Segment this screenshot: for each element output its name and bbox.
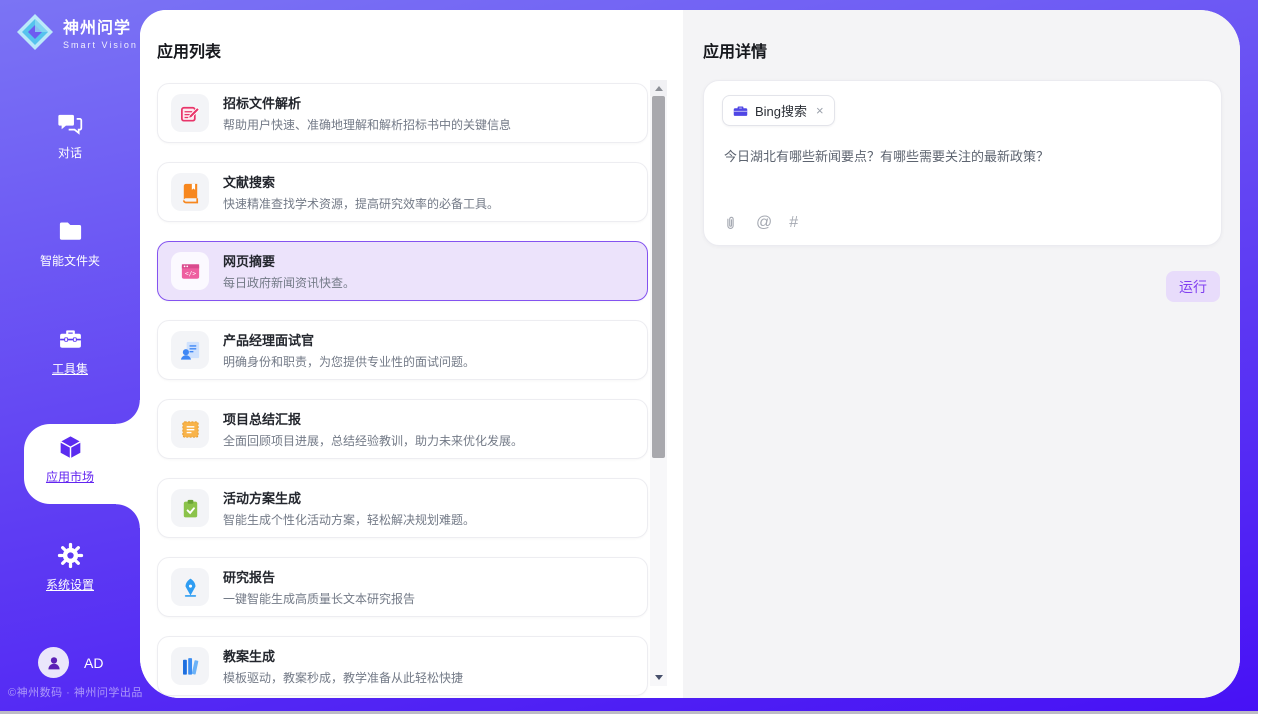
folder-icon <box>57 218 84 245</box>
remove-tool-icon[interactable]: × <box>816 103 824 118</box>
scrollbar-down-arrow[interactable] <box>650 670 667 684</box>
app-title: 项目总结汇报 <box>223 409 523 428</box>
editor-toolbar: @ # <box>722 214 798 232</box>
app-title: 产品经理面试官 <box>223 330 475 349</box>
app-description: 智能生成个性化活动方案，轻松解决规划难题。 <box>223 511 475 528</box>
tool-tag-label: Bing搜索 <box>755 101 807 120</box>
app-card-lesson-plan-generator[interactable]: 教案生成 模板驱动，教案秒成，教学准备从此轻松快捷 <box>157 636 648 696</box>
sidebar-item-toolset[interactable]: 工具集 <box>0 326 140 378</box>
gear-icon <box>57 542 84 569</box>
sidebar-item-label: 对话 <box>58 144 82 161</box>
app-title: 研究报告 <box>223 567 415 586</box>
sidebar-item-label: 智能文件夹 <box>40 252 100 269</box>
brand-tagline: Smart Vision <box>63 40 138 50</box>
chat-icon <box>57 110 84 137</box>
sidebar-item-label: 系统设置 <box>46 576 94 593</box>
app-list: 招标文件解析 帮助用户快速、准确地理解和解析招标书中的关键信息 文献搜索 <box>157 83 648 698</box>
book-icon <box>179 181 202 204</box>
app-card-pm-interviewer[interactable]: 产品经理面试官 明确身份和职责，为您提供专业性的面试问题。 <box>157 320 648 380</box>
list-scrollbar[interactable] <box>650 80 667 686</box>
app-list-title: 应用列表 <box>157 38 221 62</box>
app-description: 一键智能生成高质量长文本研究报告 <box>223 590 415 607</box>
app-title: 活动方案生成 <box>223 488 475 507</box>
scrollbar-thumb[interactable] <box>652 96 665 458</box>
brand-logo: 神州问学 Smart Vision <box>16 13 138 51</box>
app-description: 全面回顾项目进展，总结经验教训，助力未来优化发展。 <box>223 432 523 449</box>
app-title: 教案生成 <box>223 646 463 665</box>
app-title: 网页摘要 <box>223 251 355 270</box>
sidebar: 神州问学 Smart Vision 对话 智能文件夹 工具 <box>0 0 140 711</box>
app-card-event-plan-generator[interactable]: 活动方案生成 智能生成个性化活动方案，轻松解决规划难题。 <box>157 478 648 538</box>
app-card-bid-document-analysis[interactable]: 招标文件解析 帮助用户快速、准确地理解和解析招标书中的关键信息 <box>157 83 648 143</box>
interviewer-icon <box>179 339 202 362</box>
pen-nib-icon <box>179 576 202 599</box>
app-detail-panel: 应用详情 Bing搜索 × 今日湖北有哪些新闻要点？有哪些需要关注的最新政策？ … <box>683 10 1240 698</box>
content-area: 应用列表 招标文件解析 帮助用户快速、准确地理解和解析招标书中的关键信息 <box>140 10 1240 698</box>
sidebar-item-label: 工具集 <box>52 360 88 377</box>
query-input[interactable]: 今日湖北有哪些新闻要点？有哪些需要关注的最新政策？ <box>724 147 1204 167</box>
books-icon <box>179 655 202 678</box>
sidebar-item-label: 应用市场 <box>46 468 94 485</box>
cube-icon <box>57 434 84 461</box>
brand-diamond-icon <box>16 13 54 51</box>
browser-code-icon: </> <box>179 260 202 283</box>
sidebar-item-chat[interactable]: 对话 <box>0 110 140 162</box>
brand-name: 神州问学 <box>63 14 138 38</box>
mention-icon[interactable]: @ <box>756 214 772 232</box>
run-button[interactable]: 运行 <box>1166 271 1220 302</box>
memo-icon <box>179 418 202 441</box>
app-card-literature-search[interactable]: 文献搜索 快速精准查找学术资源，提高研究效率的必备工具。 <box>157 162 648 222</box>
app-card-project-summary[interactable]: 项目总结汇报 全面回顾项目进展，总结经验教训，助力未来优化发展。 <box>157 399 648 459</box>
app-description: 明确身份和职责，为您提供专业性的面试问题。 <box>223 353 475 370</box>
copyright-footer: ©神州数码 · 神州问学出品 <box>0 684 150 700</box>
toolbox-icon <box>57 326 84 353</box>
edit-document-icon <box>179 102 202 125</box>
app-title: 招标文件解析 <box>223 93 511 112</box>
hashtag-icon[interactable]: # <box>789 214 798 232</box>
user-account[interactable]: AD <box>38 647 103 678</box>
app-description: 快速精准查找学术资源，提高研究效率的必备工具。 <box>223 195 499 212</box>
sidebar-item-app-market[interactable]: 应用市场 <box>0 434 140 486</box>
avatar <box>38 647 69 678</box>
app-card-research-report[interactable]: 研究报告 一键智能生成高质量长文本研究报告 <box>157 557 648 617</box>
briefcase-icon <box>733 103 748 118</box>
app-description: 每日政府新闻资讯快查。 <box>223 274 355 291</box>
user-initials: AD <box>84 655 103 671</box>
sidebar-item-settings[interactable]: 系统设置 <box>0 542 140 594</box>
person-icon <box>45 654 63 672</box>
sidebar-item-smart-folders[interactable]: 智能文件夹 <box>0 218 140 270</box>
app-description: 帮助用户快速、准确地理解和解析招标书中的关键信息 <box>223 116 511 133</box>
app-card-web-summary[interactable]: </> 网页摘要 每日政府新闻资讯快查。 <box>157 241 648 301</box>
tool-tag-bing-search[interactable]: Bing搜索 × <box>722 95 835 126</box>
svg-text:</>: </> <box>184 270 195 277</box>
app-detail-title: 应用详情 <box>703 38 767 62</box>
paperclip-icon[interactable] <box>722 215 739 232</box>
app-title: 文献搜索 <box>223 172 499 191</box>
query-editor-card[interactable]: Bing搜索 × 今日湖北有哪些新闻要点？有哪些需要关注的最新政策？ @ # <box>703 80 1222 246</box>
clipboard-check-icon <box>179 497 202 520</box>
app-description: 模板驱动，教案秒成，教学准备从此轻松快捷 <box>223 669 463 686</box>
app-list-panel: 应用列表 招标文件解析 帮助用户快速、准确地理解和解析招标书中的关键信息 <box>140 10 683 698</box>
app-window: 神州问学 Smart Vision 对话 智能文件夹 工具 <box>0 0 1270 714</box>
scrollbar-up-arrow[interactable] <box>650 80 667 96</box>
